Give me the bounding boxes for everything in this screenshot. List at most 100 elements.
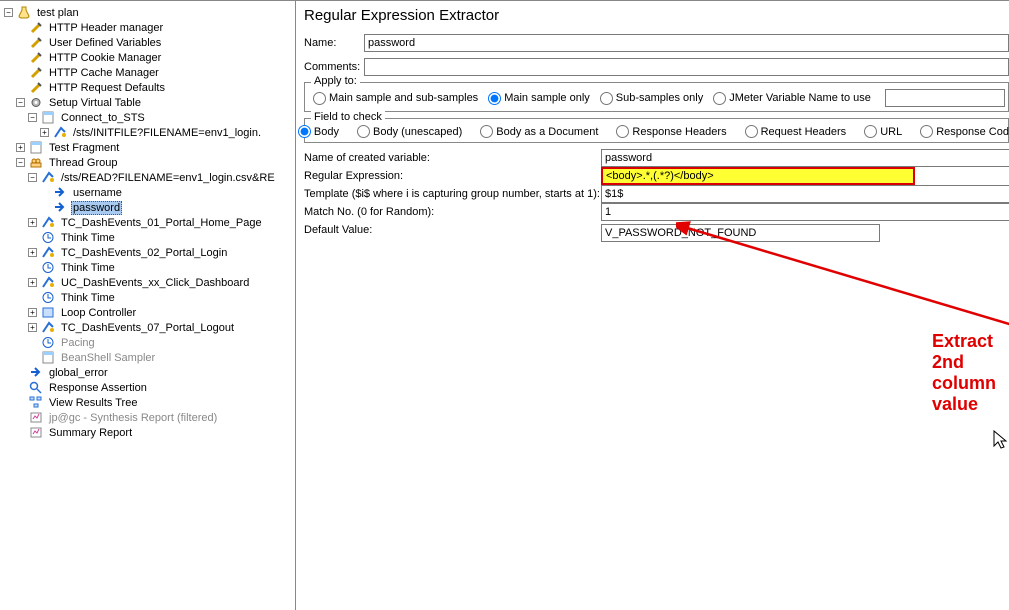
loop-icon xyxy=(40,306,56,319)
tree-item[interactable]: +TC_DashEvents_07_Portal_Logout xyxy=(4,320,295,335)
tree-item[interactable]: Response Assertion xyxy=(4,380,295,395)
tree-item-label: /sts/INITFILE?FILENAME=env1_login. xyxy=(71,127,263,139)
tree-item[interactable]: Think Time xyxy=(4,290,295,305)
tree-item[interactable]: jp@gc - Synthesis Report (filtered) xyxy=(4,410,295,425)
tree-item[interactable]: −/sts/READ?FILENAME=env1_login.csv&RE xyxy=(4,170,295,185)
field-to-check-option[interactable]: URL xyxy=(864,125,902,138)
tree-item[interactable]: −Connect_to_STS xyxy=(4,110,295,125)
tree-item[interactable]: View Results Tree xyxy=(4,395,295,410)
expand-toggle-icon[interactable]: − xyxy=(28,113,37,122)
field-to-check-radio[interactable] xyxy=(864,125,877,138)
field-to-check-radio[interactable] xyxy=(480,125,493,138)
expand-toggle-icon[interactable]: + xyxy=(40,128,49,137)
use-empty-checkbox[interactable]: Use empty default value xyxy=(890,221,1009,245)
tree-item[interactable]: global_error xyxy=(4,365,295,380)
tree-item-label: Test Fragment xyxy=(47,142,121,154)
field-to-check-option[interactable]: Request Headers xyxy=(745,125,847,138)
group-icon xyxy=(28,156,44,169)
field-to-check-radio[interactable] xyxy=(616,125,629,138)
apply-to-option[interactable]: JMeter Variable Name to use xyxy=(713,92,871,105)
field-to-check-radio[interactable] xyxy=(357,125,370,138)
template-input[interactable] xyxy=(601,185,1009,203)
arrow-icon xyxy=(28,366,44,379)
doc-icon xyxy=(40,111,56,124)
expand-toggle-icon[interactable]: + xyxy=(28,218,37,227)
tree-item[interactable]: +Loop Controller xyxy=(4,305,295,320)
expand-toggle-icon[interactable]: + xyxy=(28,308,37,317)
tree-item[interactable]: +UC_DashEvents_xx_Click_Dashboard xyxy=(4,275,295,290)
apply-to-radio[interactable] xyxy=(313,92,326,105)
apply-to-option[interactable]: Main sample and sub-samples xyxy=(313,92,478,105)
tree-item-label: Pacing xyxy=(59,337,97,349)
apply-to-radio[interactable] xyxy=(600,92,613,105)
apply-to-option-label: JMeter Variable Name to use xyxy=(729,92,871,104)
expand-toggle-icon[interactable]: − xyxy=(28,173,37,182)
expand-toggle-icon[interactable]: + xyxy=(28,248,37,257)
tree-panel: −test plan HTTP Header manager User Define… xyxy=(0,1,296,610)
field-to-check-option[interactable]: Response Code xyxy=(920,125,1009,138)
field-to-check-radio[interactable] xyxy=(745,125,758,138)
expand-toggle-icon[interactable]: + xyxy=(16,143,25,152)
match-no-label: Match No. (0 for Random): xyxy=(304,203,601,221)
tree-item-label: View Results Tree xyxy=(47,397,139,409)
tree-item[interactable]: HTTP Cookie Manager xyxy=(4,50,295,65)
field-to-check-option[interactable]: Response Headers xyxy=(616,125,726,138)
tree-item[interactable]: password xyxy=(4,200,295,215)
tree-item[interactable]: +TC_DashEvents_02_Portal_Login xyxy=(4,245,295,260)
gear-icon xyxy=(28,96,44,109)
tree-item[interactable]: + /sts/INITFILE?FILENAME=env1_login. xyxy=(4,125,295,140)
tree-item[interactable]: +TC_DashEvents_01_Portal_Home_Page xyxy=(4,215,295,230)
comments-input[interactable] xyxy=(364,58,1009,76)
apply-to-option[interactable]: Sub-samples only xyxy=(600,92,703,105)
apply-to-radio[interactable] xyxy=(488,92,501,105)
jmeter-variable-input[interactable] xyxy=(885,89,1005,107)
tree-item[interactable]: Summary Report xyxy=(4,425,295,440)
clock-icon xyxy=(40,231,56,244)
field-to-check-option[interactable]: Body as a Document xyxy=(480,125,598,138)
field-to-check-legend: Field to check xyxy=(311,111,385,123)
tree-item[interactable]: Think Time xyxy=(4,260,295,275)
match-no-input[interactable] xyxy=(601,203,1009,221)
apply-to-radio[interactable] xyxy=(713,92,726,105)
tree-item-label: HTTP Header manager xyxy=(47,22,165,34)
tree-item-label: User Defined Variables xyxy=(47,37,163,49)
tree-item-label: username xyxy=(71,187,124,199)
tree-item[interactable]: HTTP Cache Manager xyxy=(4,65,295,80)
expand-toggle-icon[interactable]: + xyxy=(28,278,37,287)
tree-item-label: Summary Report xyxy=(47,427,134,439)
field-to-check-option-label: Body as a Document xyxy=(496,126,598,138)
created-var-input[interactable] xyxy=(601,149,1009,167)
field-to-check-radio[interactable] xyxy=(298,125,311,138)
expand-toggle-icon[interactable]: − xyxy=(16,158,25,167)
field-to-check-option[interactable]: Body (unescaped) xyxy=(357,125,462,138)
field-to-check-option[interactable]: Body xyxy=(298,125,339,138)
default-value-input[interactable] xyxy=(601,224,880,242)
expand-toggle-icon[interactable]: − xyxy=(16,98,25,107)
use-empty-checkbox-input[interactable] xyxy=(890,224,1009,242)
tree-item[interactable]: username xyxy=(4,185,295,200)
field-to-check-radio[interactable] xyxy=(920,125,933,138)
apply-to-option[interactable]: Main sample only xyxy=(488,92,590,105)
tree-item[interactable]: HTTP Request Defaults xyxy=(4,80,295,95)
expand-toggle-icon[interactable]: + xyxy=(28,323,37,332)
cfg-icon xyxy=(28,36,44,49)
tree-item[interactable]: −test plan xyxy=(4,5,295,20)
tree-item[interactable]: Think Time xyxy=(4,230,295,245)
cfg-icon xyxy=(28,81,44,94)
tree-item[interactable]: −Thread Group xyxy=(4,155,295,170)
regex-input-highlighted[interactable]: <body>.*,(.*?)</body> xyxy=(601,167,915,185)
tree-item[interactable]: User Defined Variables xyxy=(4,35,295,50)
content-panel: Regular Expression Extractor Name: Comme… xyxy=(296,1,1009,610)
expand-toggle-icon[interactable]: − xyxy=(4,8,13,17)
name-input[interactable] xyxy=(364,34,1009,52)
clock-icon xyxy=(40,291,56,304)
tree-item[interactable]: Pacing xyxy=(4,335,295,350)
tree-item[interactable]: −Setup Virtual Table xyxy=(4,95,295,110)
doc-icon xyxy=(28,141,44,154)
tree-item[interactable]: BeanShell Sampler xyxy=(4,350,295,365)
tree-item[interactable]: + Test Fragment xyxy=(4,140,295,155)
apply-to-option-label: Main sample only xyxy=(504,92,590,104)
apply-to-option-label: Main sample and sub-samples xyxy=(329,92,478,104)
tree-item[interactable]: HTTP Header manager xyxy=(4,20,295,35)
arrow-icon xyxy=(52,186,68,199)
